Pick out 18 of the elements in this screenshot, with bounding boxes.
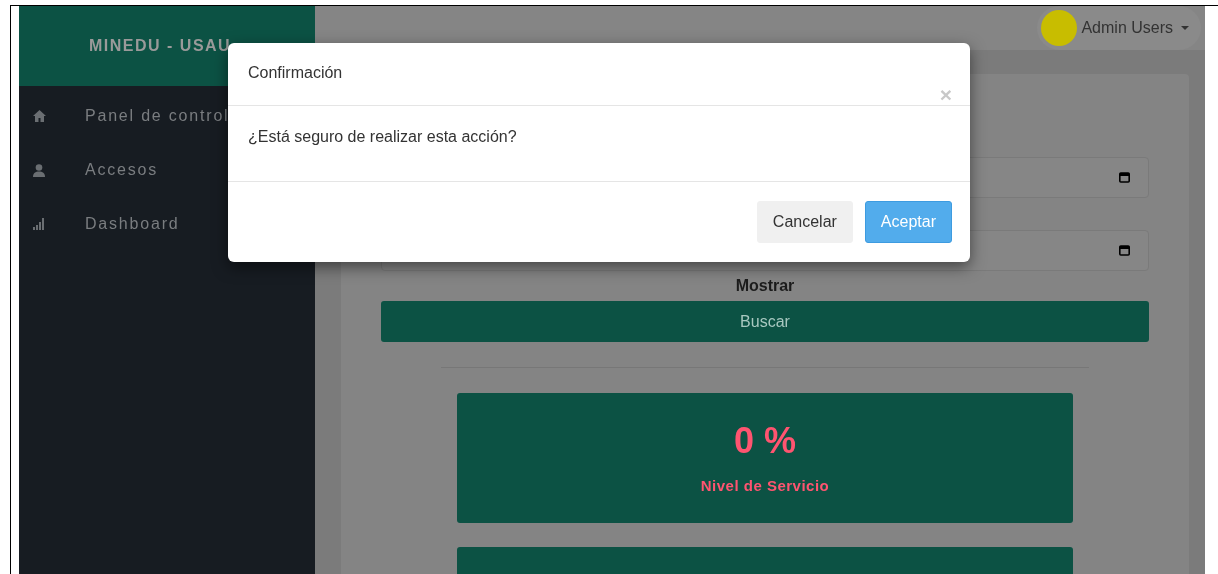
user-icon <box>33 163 45 177</box>
show-label: Mostrar <box>735 276 795 296</box>
sidebar-item[interactable]: Dashboard <box>19 197 315 251</box>
stat-value: 0 % <box>733 422 796 459</box>
search-button[interactable]: Buscar <box>381 301 1149 342</box>
stat-caption: Nivel de Servicio <box>700 476 830 494</box>
calendar-icon <box>1119 172 1130 183</box>
dialog-message: ¿Está seguro de realizar esta acción? <box>248 128 517 146</box>
brand-title: MINEDU - USAU <box>89 37 232 55</box>
cancel-button[interactable]: Cancelar <box>756 201 853 243</box>
avatar-icon <box>1041 10 1078 46</box>
signal-bars-icon <box>33 218 45 230</box>
user-menu[interactable]: Admin Users <box>1037 6 1201 50</box>
dialog-title: Confirmación <box>248 64 343 82</box>
caret-icon <box>1181 26 1189 30</box>
calendar-icon <box>1119 245 1130 256</box>
home-icon <box>33 110 46 122</box>
accept-button[interactable]: Aceptar <box>864 201 952 243</box>
